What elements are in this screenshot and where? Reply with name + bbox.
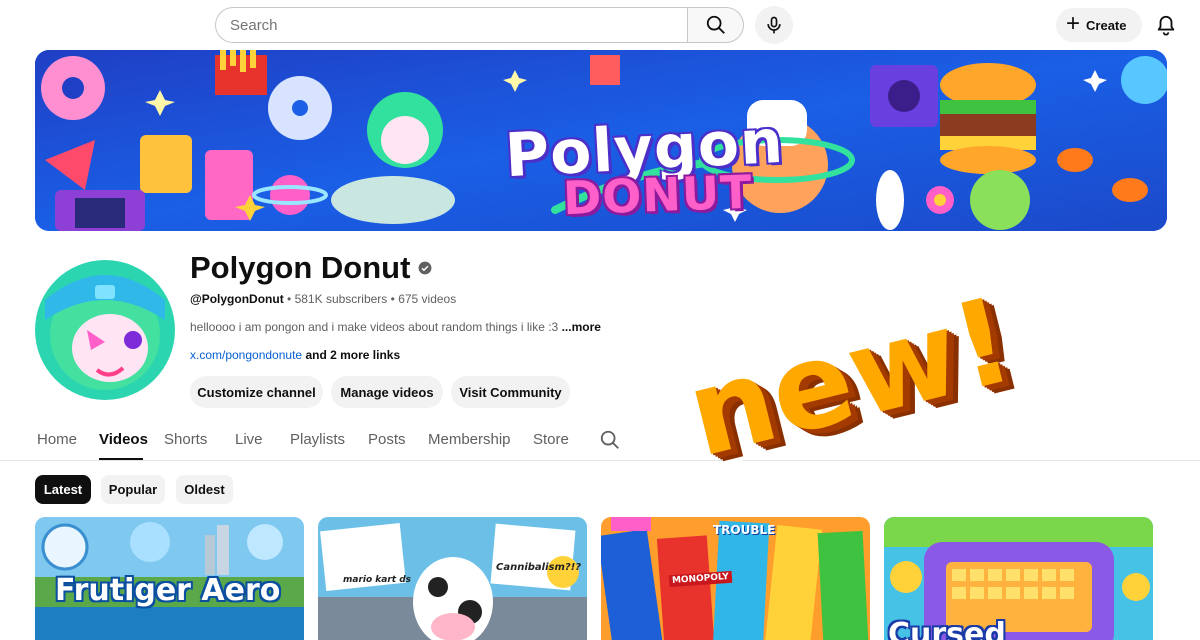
meta-separator: • <box>390 292 395 306</box>
active-tab-indicator <box>99 458 143 460</box>
bell-icon <box>1157 15 1175 36</box>
new-sticker-text: new! <box>674 270 1026 484</box>
filter-popular[interactable]: Popular <box>101 475 165 504</box>
verified-icon <box>418 261 432 275</box>
thumbnail-title: Frutiger Aero <box>55 573 281 608</box>
video-thumbnail[interactable]: TROUBLE MONOPOLY <box>601 517 870 640</box>
video-count: 675 videos <box>398 292 457 306</box>
filter-latest[interactable]: Latest <box>35 475 91 504</box>
tab-shorts[interactable]: Shorts <box>164 431 207 448</box>
description-more-link[interactable]: ...more <box>562 320 601 334</box>
notifications-button[interactable] <box>1150 10 1182 40</box>
visit-community-button[interactable]: Visit Community <box>451 376 570 408</box>
channel-name: Polygon Donut <box>190 250 432 286</box>
channel-handle: @PolygonDonut <box>190 292 284 306</box>
voice-search-button[interactable] <box>755 6 793 44</box>
tab-playlists[interactable]: Playlists <box>290 431 345 448</box>
channel-banner: Polygon DONUT <box>35 50 1167 231</box>
manage-videos-button[interactable]: Manage videos <box>331 376 443 408</box>
create-button[interactable]: + Create <box>1056 8 1142 42</box>
video-thumbnail[interactable]: Cursed <box>884 517 1153 640</box>
channel-search-button[interactable] <box>599 429 621 456</box>
search-input[interactable] <box>230 16 674 34</box>
tab-videos[interactable]: Videos <box>99 431 148 448</box>
new-sticker: new! <box>675 262 1026 492</box>
tab-live[interactable]: Live <box>235 431 263 448</box>
more-links-button[interactable]: and 2 more links <box>305 348 400 362</box>
plus-icon: + <box>1066 10 1081 37</box>
channel-description[interactable]: helloooo i am pongon and i make videos a… <box>190 320 601 334</box>
search-button[interactable] <box>687 7 744 43</box>
avatar-image <box>35 260 175 400</box>
tab-store[interactable]: Store <box>533 431 569 448</box>
channel-link[interactable]: x.com/pongondonute <box>190 348 302 362</box>
meta-separator: • <box>287 292 292 306</box>
customize-channel-button[interactable]: Customize channel <box>190 376 323 408</box>
channel-avatar[interactable] <box>35 260 175 400</box>
channel-name-text: Polygon Donut <box>190 250 411 285</box>
channel-meta: @PolygonDonut • 581K subscribers • 675 v… <box>190 292 456 306</box>
tab-posts[interactable]: Posts <box>368 431 406 448</box>
thumbnail-title: Cursed <box>888 617 1006 640</box>
search-box[interactable] <box>215 7 688 43</box>
video-thumbnail[interactable]: Frutiger Aero <box>35 517 304 640</box>
tab-home[interactable]: Home <box>37 431 77 448</box>
top-bar: + Create <box>0 0 1200 50</box>
banner-title-donut: DONUT <box>562 164 754 226</box>
create-label: Create <box>1086 17 1127 33</box>
microphone-icon <box>767 16 781 34</box>
filter-oldest[interactable]: Oldest <box>176 475 233 504</box>
description-text: helloooo i am pongon and i make videos a… <box>190 320 559 334</box>
thumbnail-caption: mario kart ds <box>343 575 412 585</box>
channel-links: x.com/pongondonute and 2 more links <box>190 348 400 362</box>
video-thumbnail[interactable]: mario kart ds Cannibalism?!? <box>318 517 587 640</box>
tab-membership[interactable]: Membership <box>428 431 511 448</box>
subscriber-count: 581K subscribers <box>294 292 388 306</box>
search-icon <box>706 15 725 34</box>
thumbnail-caption: Cannibalism?!? <box>496 562 582 573</box>
search-icon <box>600 430 619 449</box>
